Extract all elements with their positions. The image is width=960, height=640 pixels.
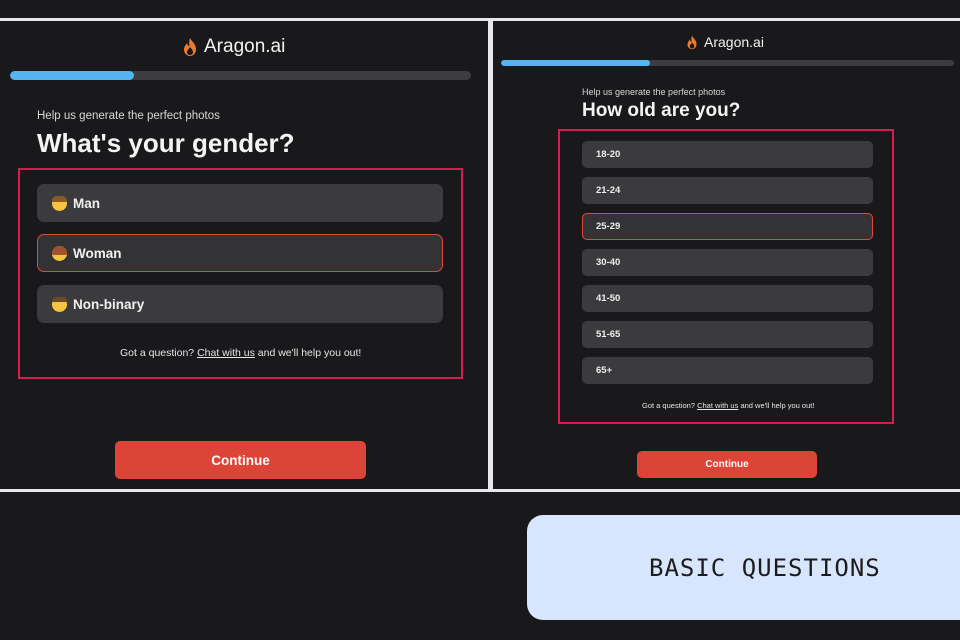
flame-icon	[184, 38, 196, 56]
age-option[interactable]: 65+	[582, 357, 873, 384]
age-option[interactable]: 41-50	[582, 285, 873, 312]
continue-button[interactable]: Continue	[115, 441, 366, 479]
section-tag-text: BASIC QUESTIONS	[649, 553, 881, 582]
logo-text: Aragon.ai	[704, 34, 764, 50]
progress-fill	[501, 60, 651, 66]
section-tag: BASIC QUESTIONS	[527, 515, 960, 620]
help-suffix: and we'll help you out!	[740, 401, 815, 410]
age-step-panel: Aragon.ai Help us generate the perfect p…	[493, 21, 960, 490]
gender-step-panel: Aragon.ai Help us generate the perfect p…	[0, 21, 488, 490]
progress-bar	[10, 71, 471, 80]
help-suffix: and we'll help you out!	[257, 347, 362, 359]
man-emoji-icon	[52, 195, 67, 211]
age-option[interactable]: 30-40	[582, 249, 873, 276]
page-title: What's your gender?	[37, 128, 295, 158]
chat-link[interactable]: Chat with us	[197, 347, 255, 359]
flame-icon	[687, 35, 697, 49]
option-man[interactable]: Man	[37, 184, 443, 222]
option-label: Woman	[73, 245, 122, 261]
help-prefix: Got a question?	[120, 347, 195, 359]
page-title: How old are you?	[582, 100, 741, 121]
subtitle: Help us generate the perfect photos	[582, 87, 726, 97]
help-text: Got a question? Chat with us and we'll h…	[120, 347, 361, 359]
bottom-divider	[0, 489, 960, 492]
option-label: Man	[73, 195, 100, 211]
aragon-logo: Aragon.ai	[686, 34, 764, 50]
option-label: Non-binary	[73, 296, 145, 312]
aragon-logo: Aragon.ai	[182, 36, 285, 58]
help-text: Got a question? Chat with us and we'll h…	[642, 401, 814, 410]
person-emoji-icon	[52, 296, 67, 312]
subtitle: Help us generate the perfect photos	[37, 110, 220, 122]
help-prefix: Got a question?	[642, 401, 695, 410]
progress-fill	[10, 71, 135, 80]
continue-button[interactable]: Continue	[637, 451, 817, 478]
age-option[interactable]: 21-24	[582, 177, 873, 204]
age-option-selected[interactable]: 25-29	[582, 213, 873, 240]
option-non-binary[interactable]: Non-binary	[37, 285, 443, 323]
logo-text: Aragon.ai	[204, 36, 286, 57]
progress-bar	[501, 60, 954, 66]
age-option[interactable]: 51-65	[582, 321, 873, 348]
woman-emoji-icon	[52, 245, 67, 261]
age-option[interactable]: 18-20	[582, 141, 873, 168]
chat-link[interactable]: Chat with us	[697, 401, 738, 410]
option-woman[interactable]: Woman	[37, 234, 443, 272]
